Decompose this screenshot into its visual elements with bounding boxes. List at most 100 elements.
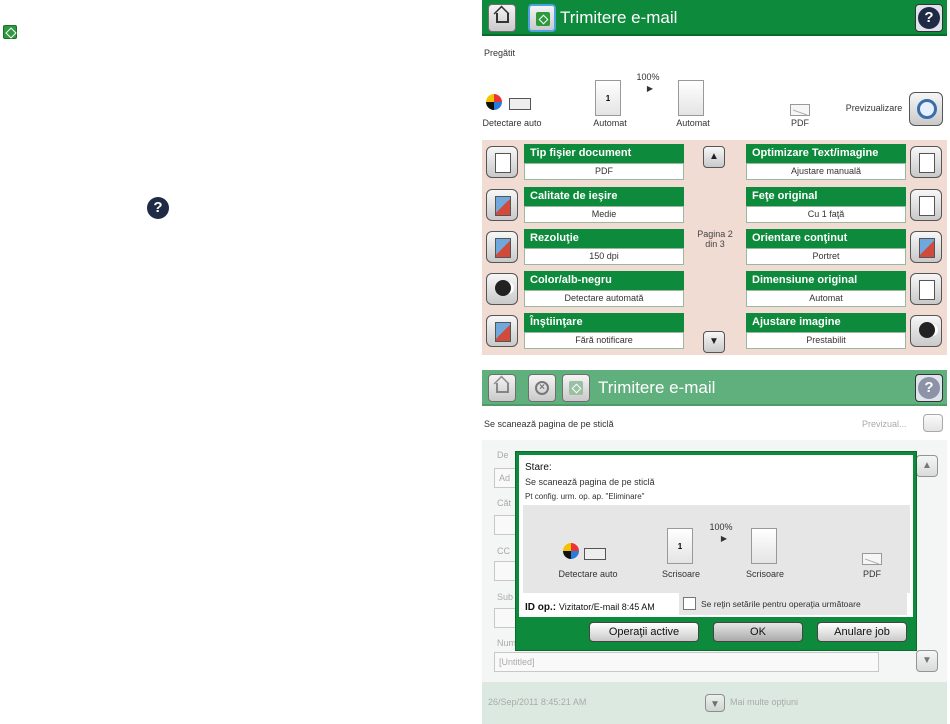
- sides-icon: [910, 189, 942, 221]
- image-adjust-icon: [910, 315, 942, 347]
- setting-color[interactable]: Color/alb-negru Detectare automată: [486, 271, 686, 307]
- setting-title: Orientare conţinut: [746, 229, 906, 248]
- page-title: Trimitere e-mail: [598, 378, 716, 397]
- start-icon: [536, 12, 550, 26]
- start-button[interactable]: [562, 374, 590, 402]
- filename-label: Num: [497, 638, 517, 648]
- output-size-label: Scrisoare: [745, 569, 784, 579]
- pdf-icon: [790, 104, 810, 116]
- more-options-label: Mai multe opţiuni: [730, 697, 799, 707]
- original-page-icon: 1: [667, 528, 693, 564]
- setting-file-type[interactable]: Tip fişier document PDF: [486, 144, 686, 180]
- active-jobs-button[interactable]: Operaţii active: [589, 622, 699, 642]
- status-message: Se scanează pagina de pe sticlă: [525, 477, 655, 487]
- bottom-bar: 26/Sep/2011 8:45:21 AM ▼ Mai multe opţiu…: [482, 682, 947, 724]
- cc-label: CC: [497, 546, 510, 556]
- scroll-down-button[interactable]: ▼: [916, 650, 938, 672]
- ok-button[interactable]: OK: [713, 622, 803, 642]
- preview-label: Previzual...: [862, 419, 907, 429]
- setting-value: Cu 1 faţă: [746, 206, 906, 223]
- setting-value: Fără notificare: [524, 332, 684, 349]
- setting-sides[interactable]: Feţe original Cu 1 faţă: [746, 187, 946, 223]
- more-options-button[interactable]: ▼: [705, 694, 725, 712]
- document-icon: [486, 146, 518, 178]
- output-page-icon: [751, 528, 777, 564]
- help-icon: ?: [918, 7, 940, 29]
- original-page-icon: 1: [595, 80, 621, 116]
- quality-icon: [486, 189, 518, 221]
- pdf-icon: [862, 553, 882, 565]
- setting-value: Ajustare manuală: [746, 163, 906, 180]
- setting-title: Feţe original: [746, 187, 906, 206]
- setting-value: Medie: [524, 206, 684, 223]
- retain-settings-row[interactable]: Se reţin setările pentru operaţia următo…: [679, 593, 907, 615]
- cancel-job-button[interactable]: Anulare job: [817, 622, 907, 642]
- to-label: Căt: [497, 498, 512, 508]
- setting-value: Prestabilit: [746, 332, 906, 349]
- title-bar: Trimitere e-mail ?: [482, 0, 947, 36]
- notification-icon: [486, 315, 518, 347]
- job-id-label: ID op.:: [525, 602, 557, 613]
- retain-settings-checkbox[interactable]: [683, 597, 696, 610]
- scroll-down-button[interactable]: ▼: [703, 331, 725, 353]
- start-button[interactable]: [528, 4, 556, 32]
- setting-original-size[interactable]: Dimensiune original Automat: [746, 271, 946, 307]
- home-button[interactable]: [488, 4, 516, 32]
- output-size-label: Automat: [676, 118, 710, 128]
- scroll-up-button[interactable]: ▲: [703, 146, 725, 168]
- help-button[interactable]: ?: [915, 374, 943, 402]
- detect-label: Detectare auto: [482, 118, 542, 128]
- scanner-icon: [584, 548, 606, 560]
- from-label: De: [497, 450, 509, 460]
- home-icon: [496, 13, 509, 23]
- setting-value: PDF: [524, 163, 684, 180]
- preview-button[interactable]: [923, 414, 943, 432]
- page-indicator: Pagina 2 din 3: [697, 229, 733, 249]
- setting-title: Optimizare Text/imagine: [746, 144, 906, 163]
- file-type-label: PDF: [791, 118, 809, 128]
- preview-label: Previzualizare: [845, 103, 903, 113]
- from-field: Ad: [494, 468, 518, 488]
- cc-field: [494, 561, 518, 581]
- original-size-label: Automat: [593, 118, 627, 128]
- setting-output-quality[interactable]: Calitate de ieşire Medie: [486, 187, 686, 223]
- optimize-icon: [910, 146, 942, 178]
- status-text: Se scanează pagina de pe sticlă: [484, 419, 614, 429]
- subject-field: [494, 608, 518, 628]
- arrow-right-icon: ▶: [720, 534, 728, 543]
- resolution-icon: [486, 231, 518, 263]
- home-icon: [496, 383, 509, 393]
- hint-text: Pt config. urm. op. ap. "Eliminare": [525, 492, 645, 501]
- scroll-up-button[interactable]: ▲: [916, 455, 938, 477]
- setting-image-adjust[interactable]: Ajustare imagine Prestabilit: [746, 313, 946, 349]
- setting-title: Ajustare imagine: [746, 313, 906, 332]
- preview-button[interactable]: [909, 92, 943, 126]
- setting-notification[interactable]: Înştiinţare Fără notificare: [486, 313, 686, 349]
- orientation-icon: [910, 231, 942, 263]
- home-button[interactable]: [488, 374, 516, 402]
- help-button[interactable]: ?: [915, 4, 943, 32]
- setting-title: Rezoluţie: [524, 229, 684, 248]
- zoom-label: 100%: [709, 522, 733, 532]
- setting-value: Detectare automată: [524, 290, 684, 307]
- file-type-label: PDF: [863, 569, 881, 579]
- status-label: Stare:: [525, 462, 552, 473]
- start-icon: [569, 381, 583, 395]
- filename-field[interactable]: [Untitled]: [494, 652, 879, 672]
- original-size-icon: [910, 273, 942, 305]
- stop-button[interactable]: ×: [528, 374, 556, 402]
- help-icon: ?: [918, 377, 940, 399]
- color-icon: [563, 543, 579, 559]
- page-title: Trimitere e-mail: [560, 8, 678, 27]
- setting-value: Portret: [746, 248, 906, 265]
- scan-preview-area: Detectare auto 1 Scrisoare 100% ▶ Scriso…: [523, 505, 910, 593]
- setting-title: Calitate de ieşire: [524, 187, 684, 206]
- scan-status-dialog: Stare: Se scanează pagina de pe sticlă P…: [516, 452, 916, 650]
- setting-optimize[interactable]: Optimizare Text/imagine Ajustare manuală: [746, 144, 946, 180]
- setting-orientation[interactable]: Orientare conţinut Portret: [746, 229, 946, 265]
- original-size-label: Scrisoare: [661, 569, 700, 579]
- zoom-label: 100%: [636, 72, 660, 82]
- setting-title: Dimensiune original: [746, 271, 906, 290]
- setting-resolution[interactable]: Rezoluţie 150 dpi: [486, 229, 686, 265]
- status-row: Se scanează pagina de pe sticlă Previzua…: [482, 410, 947, 436]
